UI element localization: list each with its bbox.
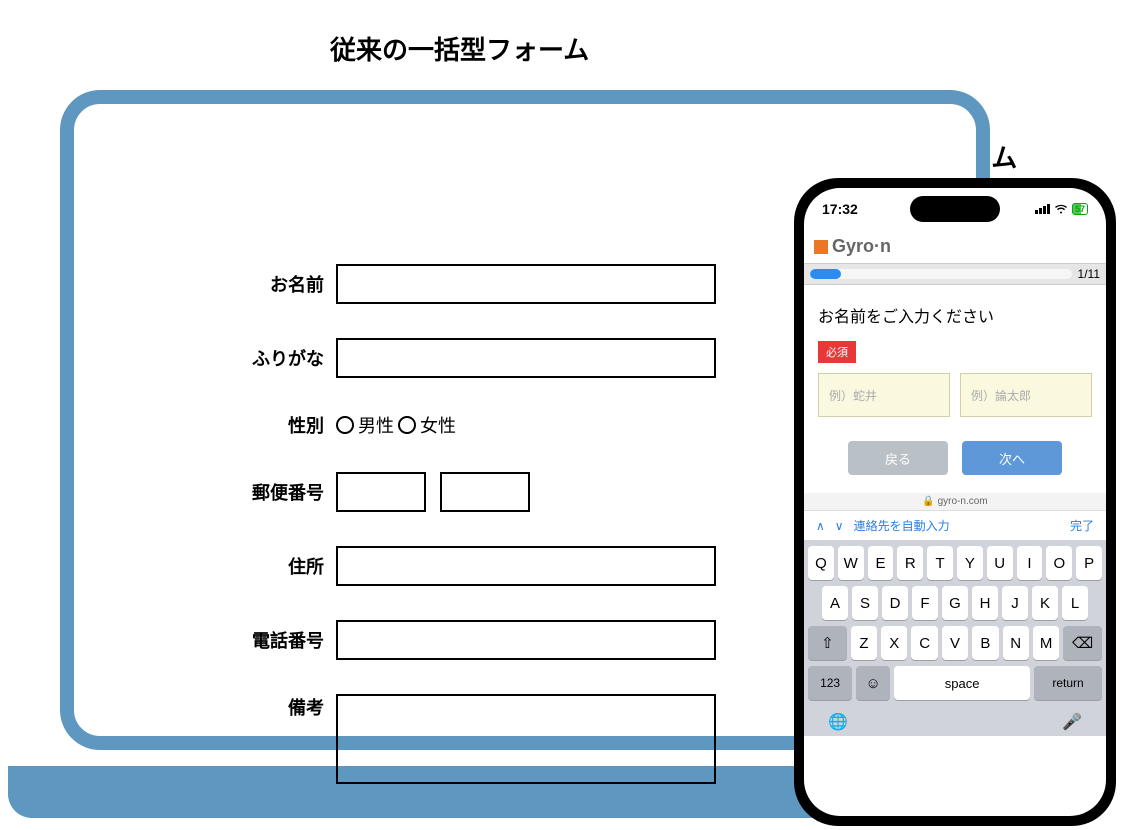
key-123[interactable]: 123: [808, 666, 852, 700]
kb-down-icon[interactable]: ∨: [835, 519, 844, 533]
space-key[interactable]: space: [894, 666, 1030, 700]
battery-icon: 57: [1072, 203, 1088, 215]
input-address[interactable]: [336, 546, 716, 586]
input-postal-2[interactable]: [440, 472, 530, 512]
backspace-key[interactable]: ⌫: [1063, 626, 1102, 660]
kb-up-icon[interactable]: ∧: [816, 519, 825, 533]
radio-male[interactable]: [336, 416, 354, 434]
wifi-icon: [1054, 201, 1068, 217]
key-c[interactable]: C: [911, 626, 937, 660]
globe-icon[interactable]: 🌐: [828, 712, 848, 732]
key-y[interactable]: Y: [957, 546, 983, 580]
key-q[interactable]: Q: [808, 546, 834, 580]
key-n[interactable]: N: [1003, 626, 1029, 660]
key-b[interactable]: B: [972, 626, 998, 660]
next-button[interactable]: 次へ: [962, 441, 1062, 475]
key-z[interactable]: Z: [851, 626, 877, 660]
brand-name: Gyro·n: [832, 236, 891, 257]
label-female: 女性: [420, 412, 456, 438]
key-w[interactable]: W: [838, 546, 864, 580]
key-j[interactable]: J: [1002, 586, 1028, 620]
key-m[interactable]: M: [1033, 626, 1059, 660]
keyboard: QWERTYUIOP ASDFGHJKL ⇧ ZXCVBNM ⌫ 123 ☺ s…: [804, 540, 1106, 736]
key-r[interactable]: R: [897, 546, 923, 580]
keyboard-accessory: ∧ ∨ 連絡先を自動入力 完了: [804, 510, 1106, 540]
conventional-form: お名前 ふりがな 性別 男性 女性 郵便番号 住所: [214, 264, 754, 818]
clock: 17:32: [822, 201, 858, 217]
kb-done[interactable]: 完了: [1070, 517, 1094, 534]
url-bar: 🔒 gyro-n.com: [804, 493, 1106, 510]
input-postal-1[interactable]: [336, 472, 426, 512]
key-u[interactable]: U: [987, 546, 1013, 580]
kb-autofill[interactable]: 連絡先を自動入力: [854, 517, 950, 534]
emoji-key[interactable]: ☺: [856, 666, 890, 700]
label-phone: 電話番号: [214, 627, 324, 653]
phone-frame: 17:32 57 Gyro·n 1/11 お名前をご入力ください 必須 例）蛇井…: [794, 178, 1116, 826]
conventional-form-title: 従来の一括型フォーム: [330, 30, 589, 67]
key-i[interactable]: I: [1017, 546, 1043, 580]
key-p[interactable]: P: [1076, 546, 1102, 580]
label-male: 男性: [358, 412, 394, 438]
label-gender: 性別: [214, 412, 324, 438]
progress-bar: 1/11: [804, 263, 1106, 285]
required-badge: 必須: [818, 341, 856, 363]
key-a[interactable]: A: [822, 586, 848, 620]
logo-icon: [814, 240, 828, 254]
key-f[interactable]: F: [912, 586, 938, 620]
input-furigana[interactable]: [336, 338, 716, 378]
input-name[interactable]: [336, 264, 716, 304]
key-x[interactable]: X: [881, 626, 907, 660]
signal-icon: [1035, 204, 1050, 214]
key-s[interactable]: S: [852, 586, 878, 620]
key-t[interactable]: T: [927, 546, 953, 580]
label-name: お名前: [214, 271, 324, 297]
app-header: Gyro·n: [804, 230, 1106, 263]
step-prompt: お名前をご入力ください: [818, 303, 1092, 327]
label-furigana: ふりがな: [214, 345, 324, 371]
label-postal: 郵便番号: [214, 479, 324, 505]
return-key[interactable]: return: [1034, 666, 1102, 700]
back-button[interactable]: 戻る: [848, 441, 948, 475]
input-lastname[interactable]: 例）蛇井: [818, 373, 950, 417]
key-k[interactable]: K: [1032, 586, 1058, 620]
key-o[interactable]: O: [1046, 546, 1072, 580]
phone-screen: 17:32 57 Gyro·n 1/11 お名前をご入力ください 必須 例）蛇井…: [804, 188, 1106, 816]
dynamic-island: [910, 196, 1000, 222]
label-remarks: 備考: [214, 694, 324, 720]
input-phone[interactable]: [336, 620, 716, 660]
input-remarks[interactable]: [336, 694, 716, 784]
mic-icon[interactable]: 🎤: [1062, 712, 1082, 732]
key-v[interactable]: V: [942, 626, 968, 660]
radio-female[interactable]: [398, 416, 416, 434]
label-address: 住所: [214, 553, 324, 579]
key-h[interactable]: H: [972, 586, 998, 620]
input-firstname[interactable]: 例）論太郎: [960, 373, 1092, 417]
progress-text: 1/11: [1078, 267, 1106, 281]
key-e[interactable]: E: [868, 546, 894, 580]
shift-key[interactable]: ⇧: [808, 626, 847, 660]
key-d[interactable]: D: [882, 586, 908, 620]
key-l[interactable]: L: [1062, 586, 1088, 620]
key-g[interactable]: G: [942, 586, 968, 620]
